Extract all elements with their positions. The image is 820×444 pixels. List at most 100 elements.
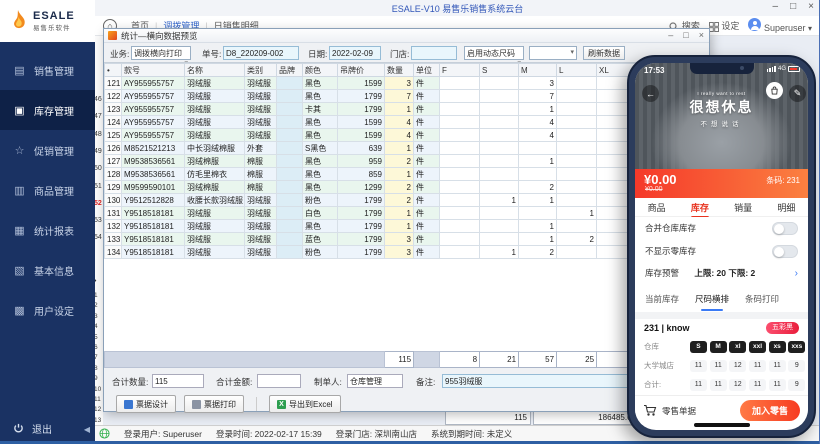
- table-cell: [557, 103, 597, 116]
- table-row[interactable]: 134Y9518518181羽绒服羽绒服粉色17993件12: [105, 246, 705, 259]
- column-header[interactable]: 名称: [185, 64, 245, 77]
- collapse-sidebar-icon[interactable]: ◀: [84, 425, 90, 434]
- sidebar-item-report-chart[interactable]: ▦统计报表: [0, 210, 95, 250]
- size-chip[interactable]: xs: [769, 341, 786, 353]
- column-header[interactable]: 类别: [245, 64, 277, 77]
- phone-tab-销量[interactable]: 销量: [734, 199, 752, 216]
- hide-zero-toggle[interactable]: [772, 245, 798, 258]
- column-header[interactable]: 品牌: [277, 64, 303, 77]
- home-indicator[interactable]: [694, 423, 750, 427]
- total-qty-input[interactable]: [152, 374, 204, 388]
- refresh-data-button[interactable]: 刷新数据: [583, 46, 625, 60]
- size-chip[interactable]: xxs: [788, 341, 805, 353]
- biz-select[interactable]: 调拨横向打印▾: [131, 46, 191, 60]
- user-menu[interactable]: Superuser ▾: [748, 18, 812, 33]
- phone-subtab-当前库存[interactable]: 当前库存: [645, 293, 679, 305]
- table-row[interactable]: 126M8521521213中长羽绒棉服外套S黑色6391件: [105, 142, 705, 155]
- background-total-qty: 115: [445, 411, 531, 425]
- maximize-icon[interactable]: □: [790, 1, 796, 12]
- size-chip[interactable]: xl: [729, 341, 746, 353]
- info-grid-icon: ▧: [13, 264, 26, 277]
- logout-button[interactable]: 退出: [13, 421, 52, 436]
- table-row[interactable]: 131Y9518518181羽绒服羽绒服白色17991件1: [105, 207, 705, 220]
- table-cell: 959: [338, 155, 385, 168]
- table-cell: [277, 142, 303, 155]
- column-header[interactable]: 吊牌价: [338, 64, 385, 77]
- size-chip[interactable]: xxl: [749, 341, 766, 353]
- column-header[interactable]: 数量: [385, 64, 414, 77]
- sidebar-item-user-lock[interactable]: ▩用户设定: [0, 290, 95, 330]
- maker-input[interactable]: [347, 374, 403, 388]
- phone-subtab-尺码横排[interactable]: 尺码横排: [695, 293, 729, 305]
- dialog-close-icon[interactable]: ×: [699, 30, 704, 40]
- column-header[interactable]: M: [519, 64, 557, 77]
- background-row-numbers: 464748495051525354•1234567891011121314: [94, 36, 103, 426]
- merge-stock-toggle[interactable]: [772, 222, 798, 235]
- date-input[interactable]: [329, 46, 381, 60]
- merge-stock-label: 合并仓库库存: [645, 222, 696, 234]
- dialog-minimize-icon[interactable]: –: [668, 30, 673, 40]
- table-row[interactable]: 125AY955955757羽绒服羽绒服黑色15994件4: [105, 129, 705, 142]
- table-cell: 棉服: [245, 181, 277, 194]
- table-row[interactable]: 130Y9512512828收腰长款羽绒服羽绒服粉色17992件11: [105, 194, 705, 207]
- export-excel-button[interactable]: X导出到Excel: [269, 395, 341, 413]
- column-header[interactable]: S: [480, 64, 519, 77]
- table-row[interactable]: 133Y9518518181羽绒服羽绒服蓝色17993件12: [105, 233, 705, 246]
- table-row[interactable]: 124AY955955757羽绒服羽绒服黑色15994件4: [105, 116, 705, 129]
- table-cell: 件: [414, 116, 440, 129]
- cart-icon[interactable]: [643, 404, 657, 417]
- table-cell: 羽绒服: [185, 77, 245, 90]
- close-icon[interactable]: ×: [808, 1, 814, 12]
- table-row[interactable]: 132Y9518518181羽绒服羽绒服黑色17991件1: [105, 220, 705, 233]
- table-row[interactable]: 121AY955955757羽绒服羽绒服黑色15993件3: [105, 77, 705, 90]
- receipt-print-button[interactable]: 票据打印: [184, 395, 244, 413]
- sidebar-item-info-grid[interactable]: ▧基本信息: [0, 250, 95, 290]
- settings-button[interactable]: 设定: [709, 19, 740, 32]
- column-header[interactable]: 颜色: [303, 64, 338, 77]
- receipt-design-button[interactable]: 票据设计: [116, 395, 176, 413]
- stock-value: 11: [749, 379, 766, 391]
- dialog-titlebar[interactable]: 统计—横向数据预览 – □ ×: [104, 29, 709, 43]
- column-header[interactable]: F: [440, 64, 480, 77]
- retail-receipt-label[interactable]: 零售单据: [662, 405, 696, 417]
- table-row[interactable]: 129M9599590101羽绒棉服棉服黑色12992件2: [105, 181, 705, 194]
- phone-tab-明细[interactable]: 明细: [777, 199, 795, 216]
- column-header[interactable]: 单位: [414, 64, 440, 77]
- table-cell: [277, 168, 303, 181]
- table-row[interactable]: 128M9538536561仿毛里棉衣棉服黑色8591件: [105, 168, 705, 181]
- total-amount-input[interactable]: [257, 374, 301, 388]
- store-input[interactable]: [411, 46, 457, 60]
- table-cell: 黑色: [303, 90, 338, 103]
- table-cell: [557, 246, 597, 259]
- size-chip[interactable]: M: [710, 341, 727, 353]
- empty-select[interactable]: ▾: [529, 46, 577, 60]
- totals-cell: 21: [480, 352, 519, 368]
- size-chip[interactable]: S: [690, 341, 707, 353]
- add-to-retail-button[interactable]: 加入零售: [740, 400, 800, 421]
- table-cell: 羽绒棉服: [185, 181, 245, 194]
- phone-tabs: 商品 库存 销量 明细: [635, 198, 808, 217]
- table-cell: 3: [385, 233, 414, 246]
- sidebar-item-inventory-box[interactable]: ▣库存管理: [0, 90, 95, 130]
- column-header[interactable]: •: [105, 64, 122, 77]
- stock-warning-row[interactable]: 库存预警 上限: 20 下限: 2 ›: [635, 262, 808, 284]
- table-row[interactable]: 123AY955955757羽绒服羽绒服卡其17991件1: [105, 103, 705, 116]
- sidebar-item-promo-star[interactable]: ☆促销管理: [0, 130, 95, 170]
- table-cell: 1: [385, 142, 414, 155]
- phone-tab-库存[interactable]: 库存: [691, 199, 709, 216]
- sidebar-item-sales-doc[interactable]: ▤销售管理: [0, 50, 95, 90]
- column-header[interactable]: 款号: [122, 64, 185, 77]
- bg-row-number: 10: [94, 386, 103, 393]
- phone-subtab-条码打印[interactable]: 条码打印: [745, 293, 779, 305]
- order-no-input[interactable]: [223, 46, 299, 60]
- sidebar-item-goods[interactable]: ▥商品管理: [0, 170, 95, 210]
- table-cell: Y9518518181: [122, 207, 185, 220]
- table-cell: [480, 220, 519, 233]
- table-row[interactable]: 122AY955955757羽绒服羽绒服黑色17997件7: [105, 90, 705, 103]
- dynamic-size-select[interactable]: 启用动态尺码▾: [464, 46, 524, 60]
- dialog-maximize-icon[interactable]: □: [683, 30, 688, 40]
- table-row[interactable]: 127M9538536561羽绒棉服棉服黑色9592件1: [105, 155, 705, 168]
- minimize-icon[interactable]: –: [773, 1, 779, 12]
- phone-tab-商品[interactable]: 商品: [648, 199, 666, 216]
- column-header[interactable]: L: [557, 64, 597, 77]
